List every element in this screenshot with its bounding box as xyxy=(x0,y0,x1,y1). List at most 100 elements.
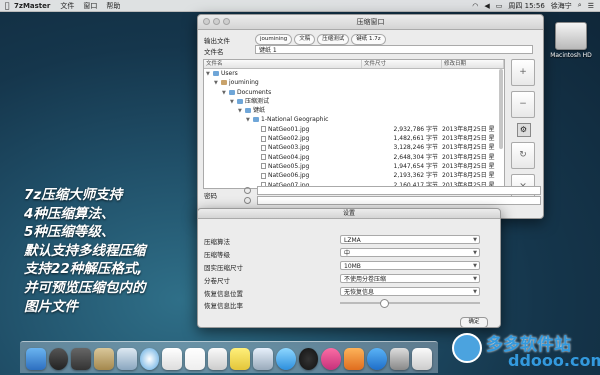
chevron-down-icon: ▼ xyxy=(473,237,477,243)
disclosure-triangle-icon[interactable]: ▼ xyxy=(214,79,221,87)
menubar-user[interactable]: 徐海宁 xyxy=(551,1,572,11)
wifi-icon[interactable]: ◠ xyxy=(472,2,478,10)
disclosure-triangle-icon[interactable]: ▼ xyxy=(238,107,245,115)
system-preferences-icon[interactable] xyxy=(389,348,410,370)
app-store-icon[interactable] xyxy=(366,348,387,370)
table-row[interactable]: ▼ 键纸 xyxy=(204,106,504,115)
notification-center-icon[interactable]: ☰ xyxy=(588,2,594,10)
zoom-window-button[interactable] xyxy=(223,18,230,25)
output-path-breadcrumb[interactable]: joumining 文稿 压缩测试 键纸 1.7z xyxy=(255,34,386,45)
mail-icon[interactable] xyxy=(116,348,137,370)
itunes-icon[interactable] xyxy=(321,348,342,370)
volume-icon[interactable]: ◀ xyxy=(484,2,489,10)
watermark: 多多软件站 ddooo.com xyxy=(450,325,600,375)
image-file-icon xyxy=(261,154,266,161)
disclosure-triangle-icon[interactable]: ▼ xyxy=(246,116,253,124)
solid-size-value: 10MB xyxy=(344,263,361,270)
recovery-ratio-slider-track[interactable] xyxy=(340,302,480,304)
disclosure-triangle-icon[interactable]: ▼ xyxy=(222,89,229,97)
close-window-button[interactable] xyxy=(203,18,210,25)
remove-file-button[interactable]: − xyxy=(511,91,535,118)
table-row[interactable]: ▼ 1-National Geographic xyxy=(204,115,504,124)
volume-size-select[interactable]: 不使用分卷压缩 ▼ xyxy=(340,274,480,283)
menu-file[interactable]: 文件 xyxy=(60,1,74,11)
mission-control-icon[interactable] xyxy=(71,348,92,370)
add-file-button[interactable]: + xyxy=(511,59,535,86)
password-input[interactable] xyxy=(257,186,541,195)
table-row[interactable]: NatGeo06.jpg 2,193,362 字节 2013年8月25日 星 xyxy=(204,171,504,180)
launchpad-icon[interactable] xyxy=(48,348,69,370)
photos-icon[interactable] xyxy=(162,348,183,370)
minimize-window-button[interactable] xyxy=(213,18,220,25)
table-row[interactable]: NatGeo01.jpg 2,932,786 字节 2013年8月25日 星 xyxy=(204,125,504,134)
refresh-button[interactable]: ↻ xyxy=(511,142,535,169)
preview-icon[interactable] xyxy=(253,348,273,370)
row-size-cell: 1,947,654 字节 xyxy=(393,162,438,170)
password-row xyxy=(244,186,541,195)
app-menu[interactable]: 7zMaster xyxy=(14,2,50,10)
image-file-icon xyxy=(261,144,266,151)
folder-icon xyxy=(237,98,243,104)
apple-menu-icon[interactable]:  xyxy=(0,1,14,10)
recovery-ratio-slider-knob[interactable] xyxy=(380,299,389,308)
calendar-icon[interactable] xyxy=(185,348,205,370)
breadcrumb-documents[interactable]: 文稿 xyxy=(294,34,316,45)
ibooks-icon[interactable] xyxy=(344,348,364,370)
menubar-clock[interactable]: 周四 15:56 xyxy=(508,1,544,11)
finder-icon[interactable] xyxy=(26,348,46,370)
row-size-cell: 2,193,362 字节 xyxy=(393,172,438,180)
table-row[interactable]: ▼ joumining xyxy=(204,78,504,87)
table-row[interactable]: NatGeo02.jpg 1,482,661 字节 2013年8月25日 星 xyxy=(204,134,504,143)
menu-help[interactable]: 帮助 xyxy=(106,1,120,11)
output-label: 输出文件 xyxy=(204,37,230,45)
setting-label-solid-size: 固实压缩尺寸 xyxy=(204,264,243,272)
contacts-icon[interactable] xyxy=(94,348,114,370)
promo-line: 4种压缩算法、 xyxy=(24,205,115,222)
table-row[interactable]: ▼ Documents xyxy=(204,88,504,97)
password-radio[interactable] xyxy=(244,187,251,194)
desktop-hd-icon[interactable]: Macintosh HD xyxy=(546,22,596,59)
messages-icon[interactable] xyxy=(275,348,296,370)
breadcrumb-user[interactable]: joumining xyxy=(255,34,293,45)
table-row[interactable]: NatGeo04.jpg 2,648,304 字节 2013年8月25日 星 xyxy=(204,153,504,162)
7zmaster-icon[interactable] xyxy=(412,348,432,370)
disclosure-triangle-icon[interactable]: ▼ xyxy=(206,70,213,78)
setting-label-recovery-ratio: 恢复信息比率 xyxy=(204,302,243,310)
file-table[interactable]: 文件名 文件尺寸 修改日期 ▼ Users ▼ joumining ▼ Documents… xyxy=(203,59,505,189)
safari-icon[interactable] xyxy=(139,348,160,370)
reminders-icon[interactable] xyxy=(207,348,228,370)
promo-line: 并可预览压缩包内的 xyxy=(24,279,146,296)
disclosure-triangle-icon[interactable]: ▼ xyxy=(230,98,237,106)
solid-size-select[interactable]: 10MB ▼ xyxy=(340,261,480,270)
spotlight-icon[interactable]: ⌕ xyxy=(578,1,582,10)
table-row[interactable]: ▼ 压缩测试 xyxy=(204,97,504,106)
column-size[interactable]: 文件尺寸 xyxy=(362,60,442,68)
promo-line: 图片文件 xyxy=(24,298,78,315)
password-confirm-input[interactable] xyxy=(257,196,541,205)
column-name[interactable]: 文件名 xyxy=(204,60,362,68)
settings-gear-icon[interactable]: ⚙ xyxy=(516,123,531,137)
window-controls xyxy=(203,18,230,25)
table-row[interactable]: ▼ Users xyxy=(204,69,504,78)
table-row[interactable]: NatGeo05.jpg 1,947,654 字节 2013年8月25日 星 xyxy=(204,162,504,171)
row-name-label: NatGeo01.jpg xyxy=(268,125,310,133)
notes-icon[interactable] xyxy=(230,348,251,370)
recovery-location-select[interactable]: 无恢复信息 ▼ xyxy=(340,287,480,296)
algorithm-select[interactable]: LZMA ▼ xyxy=(340,235,480,244)
breadcrumb-test-folder[interactable]: 压缩测试 xyxy=(317,34,350,45)
row-name-label: NatGeo03.jpg xyxy=(268,144,310,152)
password-confirm-radio[interactable] xyxy=(244,197,251,204)
compress-window-titlebar[interactable]: 压缩窗口 xyxy=(198,15,543,30)
level-select[interactable]: 中 ▼ xyxy=(340,248,480,257)
column-date[interactable]: 修改日期 xyxy=(442,60,504,68)
filename-input[interactable]: 键纸 1 xyxy=(255,45,533,54)
menu-window[interactable]: 窗口 xyxy=(83,1,97,11)
row-size-cell xyxy=(362,97,442,106)
watermark-logo-icon xyxy=(452,333,482,363)
table-row[interactable]: NatGeo03.jpg 3,128,246 字节 2013年8月25日 星 xyxy=(204,143,504,152)
battery-icon[interactable]: ▭ xyxy=(496,2,503,10)
breadcrumb-archive-file[interactable]: 键纸 1.7z xyxy=(351,34,386,45)
facetime-icon[interactable] xyxy=(298,348,319,370)
table-scrollbar[interactable] xyxy=(499,69,503,149)
settings-title[interactable]: 设置 xyxy=(198,209,500,219)
